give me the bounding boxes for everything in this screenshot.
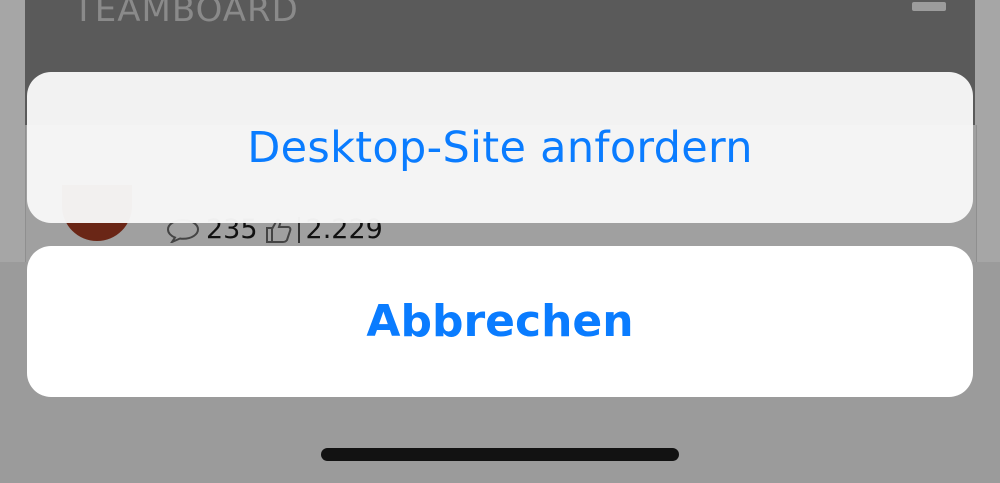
request-desktop-site-button[interactable]: Desktop-Site anfordern: [27, 72, 973, 223]
page-title: TEAMBOARD: [73, 0, 299, 30]
request-desktop-site-label: Desktop-Site anfordern: [247, 122, 753, 173]
cancel-label: Abbrechen: [366, 296, 634, 347]
cancel-button[interactable]: Abbrechen: [27, 246, 973, 397]
home-indicator[interactable]: [321, 448, 679, 461]
hamburger-icon: [912, 0, 946, 14]
